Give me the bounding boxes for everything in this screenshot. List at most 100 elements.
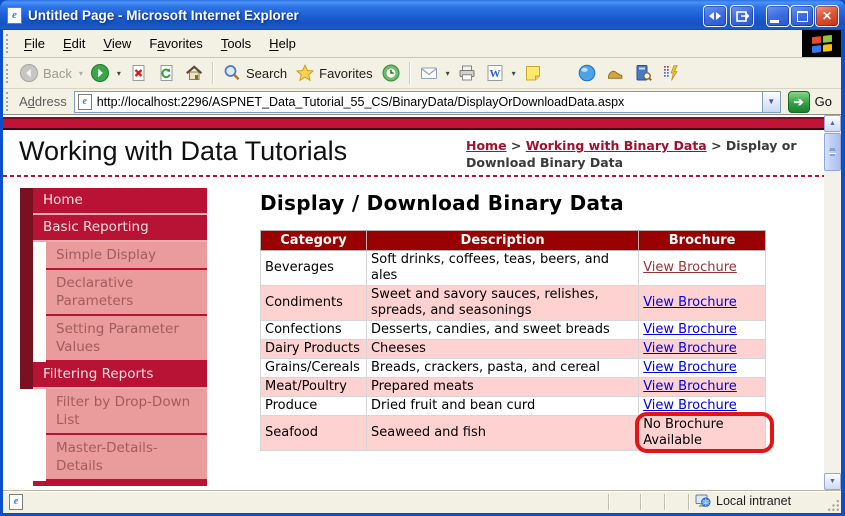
- category-cell: Beverages: [261, 251, 367, 286]
- description-cell: Seaweed and fish: [366, 416, 638, 451]
- menu-item-tools[interactable]: Tools: [212, 32, 260, 55]
- messenger-button[interactable]: [573, 61, 601, 85]
- home-icon: [184, 63, 204, 83]
- address-input[interactable]: e http://localhost:2296/ASPNET_Data_Tuto…: [74, 91, 781, 113]
- site-title: Working with Data Tutorials: [19, 136, 347, 171]
- print-button[interactable]: [453, 61, 481, 85]
- menu-item-favorites[interactable]: Favorites: [140, 32, 211, 55]
- view-brochure-link[interactable]: View Brochure: [643, 379, 737, 394]
- window-button-maximize[interactable]: [790, 5, 814, 27]
- description-cell: Dried fruit and bean curd: [366, 397, 638, 416]
- description-cell: Desserts, candies, and sweet breads: [366, 321, 638, 340]
- favorites-button[interactable]: Favorites: [291, 61, 376, 85]
- view-brochure-link[interactable]: View Brochure: [643, 398, 737, 413]
- status-document-icon: e: [9, 494, 23, 510]
- back-button[interactable]: Back: [15, 61, 76, 85]
- toolbar-grip[interactable]: [6, 64, 11, 83]
- breadcrumb-link-working-with-binary-data[interactable]: Working with Binary Data: [526, 138, 707, 153]
- go-arrow-icon: ➔: [788, 91, 810, 113]
- history-button[interactable]: [377, 61, 405, 85]
- menu-item-file[interactable]: File: [15, 32, 54, 55]
- breadcrumb-link-home[interactable]: Home: [466, 138, 507, 153]
- sidebar-section-filtering-reports[interactable]: Filtering Reports: [33, 362, 207, 389]
- back-label: Back: [43, 66, 72, 81]
- left-right-arrows-icon: [708, 11, 722, 21]
- stop-icon: [128, 63, 148, 83]
- search-icon: [222, 63, 242, 83]
- status-divider: [688, 494, 690, 510]
- description-cell: Breads, crackers, pasta, and cereal: [366, 359, 638, 378]
- column-header-category: Category: [261, 231, 367, 251]
- local-intranet-icon: [695, 493, 711, 509]
- view-brochure-link[interactable]: View Brochure: [643, 341, 737, 356]
- menu-item-edit[interactable]: Edit: [54, 32, 94, 55]
- window-title: Untitled Page - Microsoft Internet Explo…: [28, 8, 299, 23]
- resize-grip[interactable]: [826, 498, 839, 511]
- forward-dropdown[interactable]: ▾: [114, 67, 124, 80]
- table-row-dairy-products: Dairy ProductsCheesesView Brochure: [261, 340, 766, 359]
- window-button-close[interactable]: ✕: [815, 5, 839, 27]
- ie-page-icon: e: [78, 94, 92, 110]
- scroll-up-button[interactable]: ▲: [824, 115, 841, 132]
- mail-button[interactable]: [415, 61, 443, 85]
- menu-item-help[interactable]: Help: [260, 32, 305, 55]
- edit-with-word-button[interactable]: W: [481, 61, 509, 85]
- note-icon: [523, 63, 543, 83]
- sidebar-section-basic-reporting[interactable]: Basic Reporting: [33, 215, 207, 242]
- stop-button[interactable]: [124, 61, 152, 85]
- messenger-sphere-icon: [577, 63, 597, 83]
- refresh-button[interactable]: [152, 61, 180, 85]
- sidebar-item-master-details-details[interactable]: Master-Details-Details: [46, 435, 207, 481]
- window-button-popout[interactable]: [730, 5, 754, 27]
- address-dropdown-button[interactable]: ▼: [762, 92, 780, 112]
- comparison-shopping-button[interactable]: [601, 61, 629, 85]
- sidebar-item-setting-parameter-values[interactable]: Setting Parameter Values: [46, 316, 207, 362]
- breadcrumb: Home > Working with Binary Data > Displa…: [466, 137, 816, 171]
- category-cell: Seafood: [261, 416, 367, 451]
- svg-text:W: W: [489, 68, 500, 80]
- menu-item-view[interactable]: View: [94, 32, 140, 55]
- sidebar-item-simple-display[interactable]: Simple Display: [46, 242, 207, 270]
- brochure-cell: View Brochure: [639, 340, 766, 359]
- sidebar-section-home[interactable]: Home: [33, 188, 207, 215]
- no-brochure-text: No Brochure Available: [643, 417, 761, 449]
- view-brochure-link[interactable]: View Brochure: [643, 295, 737, 310]
- vertical-scrollbar[interactable]: ▲ ▼: [824, 115, 841, 490]
- ita-toolbar-button[interactable]: [657, 61, 685, 85]
- annotation-ring: [635, 412, 774, 453]
- page-header: Working with Data Tutorials Home > Worki…: [3, 130, 824, 171]
- mail-dropdown[interactable]: ▾: [443, 67, 453, 80]
- status-divider: [664, 494, 666, 510]
- table-body: BeveragesSoft drinks, coffees, teas, bee…: [261, 251, 766, 451]
- address-bar: Address e http://localhost:2296/ASPNET_D…: [3, 89, 841, 115]
- address-bar-grip[interactable]: [6, 92, 11, 111]
- windows-flag-icon: [812, 34, 832, 52]
- scroll-down-button[interactable]: ▼: [824, 473, 841, 490]
- back-dropdown[interactable]: ▾: [76, 67, 86, 80]
- research-button[interactable]: [629, 61, 657, 85]
- home-button[interactable]: [180, 61, 208, 85]
- view-brochure-link[interactable]: View Brochure: [643, 360, 737, 375]
- table-row-beverages: BeveragesSoft drinks, coffees, teas, bee…: [261, 251, 766, 286]
- search-button[interactable]: Search: [218, 61, 291, 85]
- menu-bar-grip[interactable]: [6, 34, 11, 53]
- windows-logo-throbber: [802, 30, 841, 57]
- discuss-button[interactable]: [519, 61, 547, 85]
- edit-dropdown[interactable]: ▾: [509, 67, 519, 80]
- go-button[interactable]: ➔ Go: [788, 91, 832, 113]
- scrollbar-thumb[interactable]: [824, 133, 841, 171]
- go-label: Go: [815, 94, 832, 109]
- sidebar-item-declarative-parameters[interactable]: Declarative Parameters: [46, 270, 207, 316]
- window-button-arrows[interactable]: [703, 5, 727, 27]
- search-label: Search: [246, 66, 287, 81]
- brochure-cell: No Brochure Available: [639, 416, 766, 451]
- forward-button[interactable]: [86, 61, 114, 85]
- description-cell: Soft drinks, coffees, teas, beers, and a…: [366, 251, 638, 286]
- column-header-brochure: Brochure: [639, 231, 766, 251]
- view-brochure-link[interactable]: View Brochure: [643, 322, 737, 337]
- sidebar-item-filter-by-drop-down-list[interactable]: Filter by Drop-Down List: [46, 389, 207, 435]
- sidebar-nav: HomeBasic ReportingSimple DisplayDeclara…: [20, 188, 207, 486]
- view-brochure-link[interactable]: View Brochure: [643, 260, 737, 275]
- security-zone: Local intranet: [695, 493, 791, 509]
- window-button-minimize[interactable]: [766, 5, 790, 27]
